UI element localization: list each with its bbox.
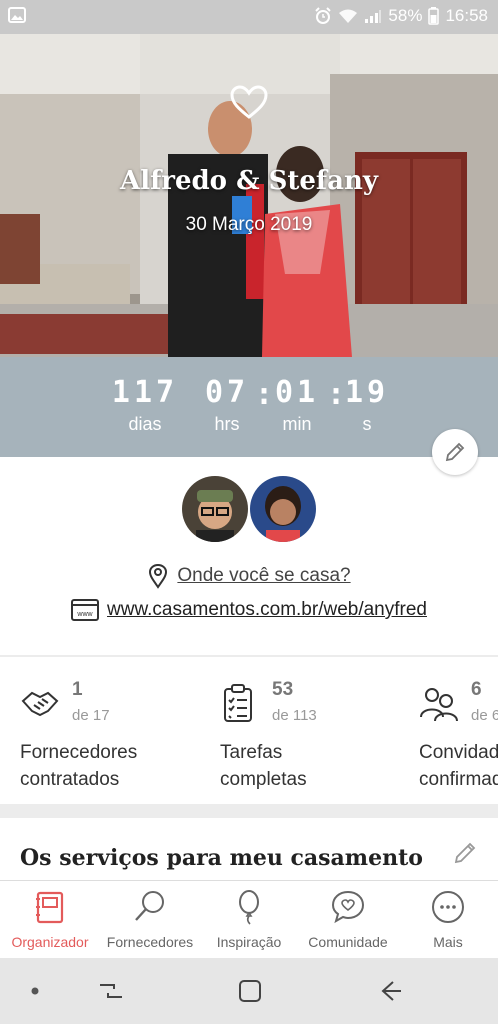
recent-apps-icon[interactable] [96, 976, 126, 1006]
edit-profile-button[interactable] [432, 429, 478, 475]
services-section: Os serviços para meu casamento [0, 818, 498, 880]
countdown-days: 117 dias [100, 375, 190, 435]
bottom-navigation: Organizador Fornecedores Inspiração Comu… [0, 880, 498, 958]
couple-names: Alfredo & Stefany [120, 166, 378, 196]
tasks-count: 53 [272, 679, 294, 700]
nav-organizador[interactable]: Organizador [0, 881, 100, 959]
location-pin-icon [149, 563, 168, 589]
balloon-icon [239, 890, 259, 925]
status-icons: 58% 16:58 [314, 6, 488, 26]
guests-icon [420, 688, 458, 722]
nav-label: Mais [433, 934, 463, 950]
guests-count: 6 [471, 679, 482, 700]
clipboard-icon [224, 684, 252, 722]
handshake-icon [21, 691, 59, 717]
planner-icon [36, 891, 64, 924]
more-icon [432, 891, 464, 923]
wedding-countdown: 117 dias 07 hrs : 01 min : 19 s [0, 357, 498, 457]
clock: 16:58 [445, 6, 488, 25]
nav-inspiracao[interactable]: Inspiração [199, 881, 299, 959]
battery-icon [428, 7, 440, 25]
suppliers-label: Fornecedores contratados [20, 742, 138, 790]
avatar-groom[interactable] [180, 474, 250, 544]
nav-comunidade[interactable]: Comunidade [298, 881, 398, 959]
seconds-label: s [362, 414, 372, 434]
nav-fornecedores[interactable]: Fornecedores [100, 881, 200, 959]
wedding-date: 30 Março 2019 [185, 214, 313, 235]
wifi-icon [339, 9, 358, 23]
website-icon: www [71, 599, 100, 621]
home-icon[interactable] [235, 976, 265, 1006]
seconds-value: 19 [344, 375, 390, 410]
tasks-label: Tarefas completas [220, 742, 307, 790]
days-label: dias [128, 414, 162, 434]
avatar-bride[interactable] [248, 474, 318, 544]
wedding-website-link[interactable]: www www.casamentos.com.br/web/anyfred [0, 599, 498, 621]
tasks-total: de 113 [272, 707, 317, 724]
stats-row: 1 de 17 Fornecedores contratados 53 de 11… [0, 657, 498, 804]
suppliers-count: 1 [72, 679, 83, 700]
alarm-icon [315, 7, 332, 24]
couple-info-card: Onde você se casa? www www.casamentos.co… [0, 457, 498, 655]
dot-icon[interactable] [20, 976, 50, 1006]
couple-photo-header: Alfredo & Stefany 30 Março 2019 [0, 34, 498, 357]
days-value: 117 [111, 375, 179, 410]
system-navigation-bar [0, 958, 498, 1024]
search-icon [135, 891, 164, 921]
gallery-notification-icon [8, 7, 26, 23]
back-icon[interactable] [375, 976, 405, 1006]
chat-heart-icon [331, 890, 365, 924]
suppliers-total: de 17 [72, 707, 110, 724]
edit-services-pencil-icon[interactable] [452, 840, 478, 866]
where-label: Onde você se casa? [177, 565, 351, 586]
wedding-location-link[interactable]: Onde você se casa? [0, 563, 498, 589]
guests-label: Convidadosconfirmados [419, 742, 498, 790]
www-badge-text: www [76, 611, 93, 618]
heart-icon [230, 85, 268, 119]
services-title: Os serviços para meu casamento [20, 845, 423, 871]
countdown-seconds: 19 s [322, 375, 412, 435]
guests-total: de 6 [471, 707, 498, 724]
pencil-icon [445, 442, 465, 462]
battery-percent: 58% [388, 6, 423, 25]
website-url: www.casamentos.com.br/web/anyfred [107, 599, 427, 620]
nav-mais[interactable]: Mais [398, 881, 498, 959]
signal-icon [365, 10, 382, 23]
status-bar: 58% 16:58 [0, 0, 498, 34]
